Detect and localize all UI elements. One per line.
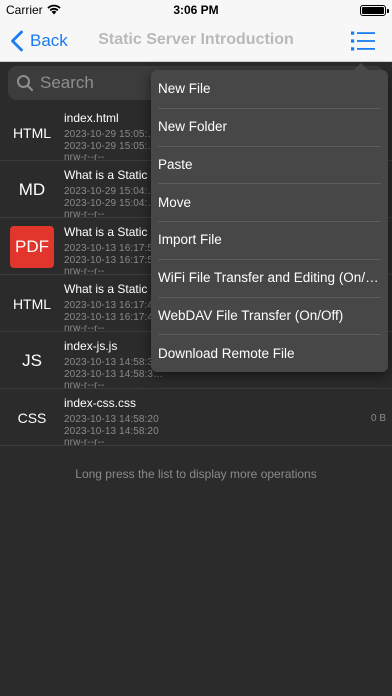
css-file-icon: CSS [17, 410, 47, 426]
menu-item-move[interactable]: Move [151, 183, 388, 221]
menu-item-webdav-transfer[interactable]: WebDAV File Transfer (On/Off) [151, 296, 388, 335]
menu-item-new-file[interactable]: New File [151, 70, 388, 108]
menu-item-import-file[interactable]: Import File [151, 221, 388, 259]
file-modified-date: 2023-10-13 14:58:3… [64, 357, 164, 368]
list-hint: Long press the list to display more oper… [75, 467, 317, 481]
file-created-date: 2023-10-13 16:17:4… [64, 312, 164, 323]
markdown-file-icon: MD [18, 180, 46, 199]
file-created-date: 2023-10-13 14:58:20 [64, 426, 159, 437]
file-modified-date: 2023-10-29 15:04:… [64, 186, 158, 197]
file-modified-date: 2023-10-13 16:17:5… [64, 243, 164, 254]
file-modified-date: 2023-10-13 16:17:4… [64, 300, 164, 311]
file-row[interactable]: CSS index-css.css 2023-10-13 14:58:20 20… [0, 389, 392, 448]
search-icon [17, 75, 34, 92]
menu-item-wifi-transfer[interactable]: WiFi File Transfer and Editing (On/… [151, 258, 388, 297]
file-name: index.html [64, 111, 119, 125]
file-name: index-css.css [64, 396, 137, 410]
file-created-date: 2023-10-29 15:04:… [64, 198, 158, 209]
back-button-label: Back [30, 31, 68, 50]
file-name: index-js.js [64, 339, 118, 353]
file-modified-date: 2023-10-13 14:58:20 [64, 414, 159, 425]
battery-icon [360, 5, 389, 16]
list-menu-icon[interactable] [350, 28, 376, 54]
menu-item-label: Paste [158, 156, 193, 172]
menu-item-label: Import File [158, 232, 222, 248]
menu-item-label: WiFi File Transfer and Editing (On/… [158, 270, 379, 286]
menu-item-label: New File [158, 81, 211, 97]
menu-item-label: WebDAV File Transfer (On/Off) [158, 307, 344, 323]
file-name: What is a Static … [64, 282, 163, 296]
file-name: What is a Static … [64, 168, 163, 182]
file-size: 0 B [370, 413, 386, 424]
file-name: What is a Static … [64, 225, 163, 239]
file-permissions: nrw-r--r-- [64, 437, 105, 448]
menu-item-label: Download Remote File [158, 345, 295, 361]
back-button[interactable]: Back [10, 28, 68, 54]
file-modified-date: 2023-10-29 15:05:… [64, 129, 158, 140]
page-title: Static Server Introduction [98, 31, 294, 48]
js-file-icon: JS [22, 351, 42, 370]
menu-item-download-remote[interactable]: Download Remote File [151, 334, 388, 372]
status-time: 3:06 PM [173, 3, 219, 17]
navigation-bar: Back Static Server Introduction [0, 20, 392, 62]
pdf-file-icon: PDF [10, 226, 54, 268]
file-created-date: 2023-10-29 15:05:… [64, 141, 158, 152]
status-bar: Carrier 3:06 PM [0, 0, 392, 20]
menu-item-paste[interactable]: Paste [151, 145, 388, 184]
menu-item-label: Move [158, 194, 192, 210]
file-created-date: 2023-10-13 16:17:5… [64, 255, 164, 266]
menu-item-label: New Folder [158, 119, 228, 135]
menu-item-new-folder[interactable]: New Folder [151, 107, 388, 146]
actions-dropdown-menu: New File New Folder Paste Move Import Fi… [151, 63, 388, 372]
html-file-icon: HTML [12, 125, 52, 141]
html-file-icon: HTML [12, 296, 52, 312]
file-created-date: 2023-10-13 14:58:3… [64, 369, 164, 380]
chevron-left-icon [11, 30, 23, 52]
